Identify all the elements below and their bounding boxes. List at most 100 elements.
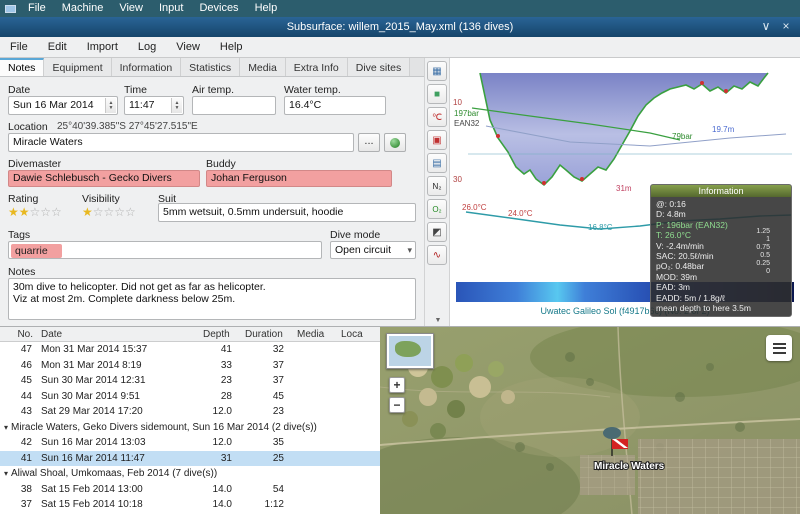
event-marker xyxy=(542,181,546,185)
vm-menu-view[interactable]: View xyxy=(111,0,151,17)
titlebar[interactable]: Subsurface: willem_2015_May.xml (136 div… xyxy=(0,17,800,37)
scroll-down-icon[interactable]: ▼ xyxy=(425,317,451,324)
map-menu-button[interactable] xyxy=(766,335,792,361)
tab-dive-sites[interactable]: Dive sites xyxy=(348,58,411,76)
menu-help[interactable]: Help xyxy=(210,39,253,55)
divemaster-field[interactable]: Dawie Schlebusch - Gecko Divers xyxy=(8,170,200,187)
table-row[interactable]: 47Mon 31 Mar 2014 15:37 4132 xyxy=(0,342,380,358)
date-label: Date xyxy=(8,84,30,96)
buddy-field[interactable]: Johan Ferguson xyxy=(206,170,392,187)
table-row[interactable]: 42Sun 16 Mar 2014 13:03 12.035 xyxy=(0,435,380,451)
dive-notes-panel: Notes Equipment Information Statistics M… xyxy=(0,58,424,326)
zoom-in-button[interactable]: + xyxy=(389,377,405,393)
table-row[interactable]: 45Sun 30 Mar 2014 12:31 2337 xyxy=(0,373,380,389)
vm-menu-input[interactable]: Input xyxy=(151,0,191,17)
max-depth-label: 31m xyxy=(616,184,632,193)
overview-map[interactable] xyxy=(386,333,434,369)
air-temp-field[interactable] xyxy=(192,96,276,115)
location-more-button[interactable]: ... xyxy=(358,133,380,152)
suit-field[interactable]: 5mm wetsuit, 0.5mm undersuit, hoodie xyxy=(158,203,416,222)
notes-textarea[interactable]: 30m dive to helicopter. Did not get as f… xyxy=(8,278,416,320)
ruler-icon[interactable]: ■ xyxy=(427,84,447,104)
map-marker-label: Miracle Waters xyxy=(594,461,665,472)
tab-equipment[interactable]: Equipment xyxy=(44,58,111,76)
menu-edit[interactable]: Edit xyxy=(38,39,77,55)
temperature-icon[interactable]: ℃ xyxy=(427,107,447,127)
rating-stars[interactable]: ★★☆☆☆ xyxy=(8,204,62,220)
chevron-down-icon: ▾ xyxy=(407,242,412,259)
heart-rate-icon[interactable]: ∿ xyxy=(427,245,447,265)
buddy-label: Buddy xyxy=(206,158,236,170)
zoom-out-button[interactable]: − xyxy=(389,397,405,413)
location-globe-button[interactable] xyxy=(384,133,406,152)
tab-extra-info[interactable]: Extra Info xyxy=(286,58,348,76)
tab-information[interactable]: Information xyxy=(112,58,182,76)
event-marker xyxy=(724,89,728,93)
table-row[interactable]: 43Sat 29 Mar 2014 17:20 12.023 xyxy=(0,404,380,420)
vm-menu-machine[interactable]: Machine xyxy=(54,0,112,17)
table-row[interactable]: 37Sat 15 Feb 2014 10:18 14.01:12 xyxy=(0,497,380,513)
gas-label: EAN32 xyxy=(454,119,480,128)
air-temp-label: Air temp. xyxy=(192,84,234,96)
info-box-title: Information xyxy=(651,185,791,197)
info-row: mean depth to here 3.5m xyxy=(656,303,786,313)
dive-computer-icon[interactable]: ▦ xyxy=(427,61,447,81)
table-row-selected[interactable]: 41Sun 16 Mar 2014 11:47 3125 xyxy=(0,451,380,467)
depth-axis-30: 30 xyxy=(453,175,462,184)
satellite-map[interactable]: Miracle Waters xyxy=(380,327,800,514)
dive-list-header[interactable]: No. Date Depth Duration Media Loca xyxy=(0,327,380,342)
vm-menubar: File Machine View Input Devices Help xyxy=(0,0,800,17)
dive-mode-select[interactable]: Open circuit ▾ xyxy=(330,241,416,259)
app-menubar: File Edit Import Log View Help xyxy=(0,37,800,58)
event-marker xyxy=(496,134,500,138)
minimize-icon[interactable]: ∨ xyxy=(756,17,776,37)
trip-header-row[interactable]: ▾ Miracle Waters, Geko Divers sidemount,… xyxy=(0,420,380,436)
dive-site-map[interactable]: Miracle Waters + − xyxy=(380,326,800,514)
tag-chip[interactable]: quarrie xyxy=(11,244,62,258)
table-row[interactable]: 46Mon 31 Mar 2014 8:19 3337 xyxy=(0,358,380,374)
profile-toolbar: ▦ ■ ℃ ▣ ▤ N₂ O₂ ◩ ∿ ▼ xyxy=(424,58,450,326)
menu-log[interactable]: Log xyxy=(128,39,166,55)
close-icon[interactable]: × xyxy=(776,17,796,37)
menu-import[interactable]: Import xyxy=(77,39,128,55)
temp-label-1: 26.0°C xyxy=(462,203,487,212)
vm-menu-devices[interactable]: Devices xyxy=(191,0,246,17)
event-marker xyxy=(580,177,584,181)
tissues-icon[interactable]: ◩ xyxy=(427,222,447,242)
time-spinner[interactable]: ▲▼ xyxy=(171,98,182,113)
location-label: Location xyxy=(8,121,48,133)
time-field[interactable]: 11:47 ▲▼ xyxy=(124,96,184,115)
mean-depth-label: 19.7m xyxy=(712,125,735,134)
overview-map-land xyxy=(395,341,421,357)
depth-axis-10: 10 xyxy=(453,98,462,107)
tab-notes[interactable]: Notes xyxy=(0,58,44,76)
table-row[interactable]: 44Sun 30 Mar 2014 9:51 2845 xyxy=(0,389,380,405)
po2-icon[interactable]: O₂ xyxy=(427,199,447,219)
menu-view[interactable]: View xyxy=(166,39,210,55)
dive-mode-label: Dive mode xyxy=(330,229,380,241)
menu-file[interactable]: File xyxy=(0,39,38,55)
water-temp-field[interactable]: 16.4°C xyxy=(284,96,386,115)
tab-statistics[interactable]: Statistics xyxy=(181,58,240,76)
trip-header-row[interactable]: ▾ Aliwal Shoal, Umkomaas, Feb 2014 (7 di… xyxy=(0,466,380,482)
chevron-down-icon[interactable]: ▾ xyxy=(4,469,8,478)
date-spinner[interactable]: ▲▼ xyxy=(105,98,116,113)
tags-field[interactable]: quarrie xyxy=(8,241,322,259)
start-pressure-label: 197bar xyxy=(454,109,479,118)
vm-logo-icon xyxy=(5,5,16,13)
gas-icon[interactable]: ▤ xyxy=(427,153,447,173)
globe-icon xyxy=(390,138,400,148)
profile-info-box: Information @: 0:16 D: 4.8m P: 196bar (E… xyxy=(650,184,792,317)
vm-menu-file[interactable]: File xyxy=(20,0,54,17)
date-field[interactable]: Sun 16 Mar 2014 ▲▼ xyxy=(8,96,118,115)
pn2-icon[interactable]: N₂ xyxy=(427,176,447,196)
dive-profile-chart[interactable]: 10 30 197bar EAN32 79bar 19.7m 31m 26.0°… xyxy=(450,58,800,326)
table-row[interactable]: 38Sat 15 Feb 2014 13:00 14.054 xyxy=(0,482,380,498)
temp-label-2: 24.0°C xyxy=(508,209,533,218)
location-field[interactable]: Miracle Waters xyxy=(8,133,354,152)
visibility-stars[interactable]: ★☆☆☆☆ xyxy=(82,204,136,220)
tab-media[interactable]: Media xyxy=(240,58,286,76)
vm-menu-help[interactable]: Help xyxy=(247,0,286,17)
chevron-down-icon[interactable]: ▾ xyxy=(4,423,8,432)
pressure-icon[interactable]: ▣ xyxy=(427,130,447,150)
